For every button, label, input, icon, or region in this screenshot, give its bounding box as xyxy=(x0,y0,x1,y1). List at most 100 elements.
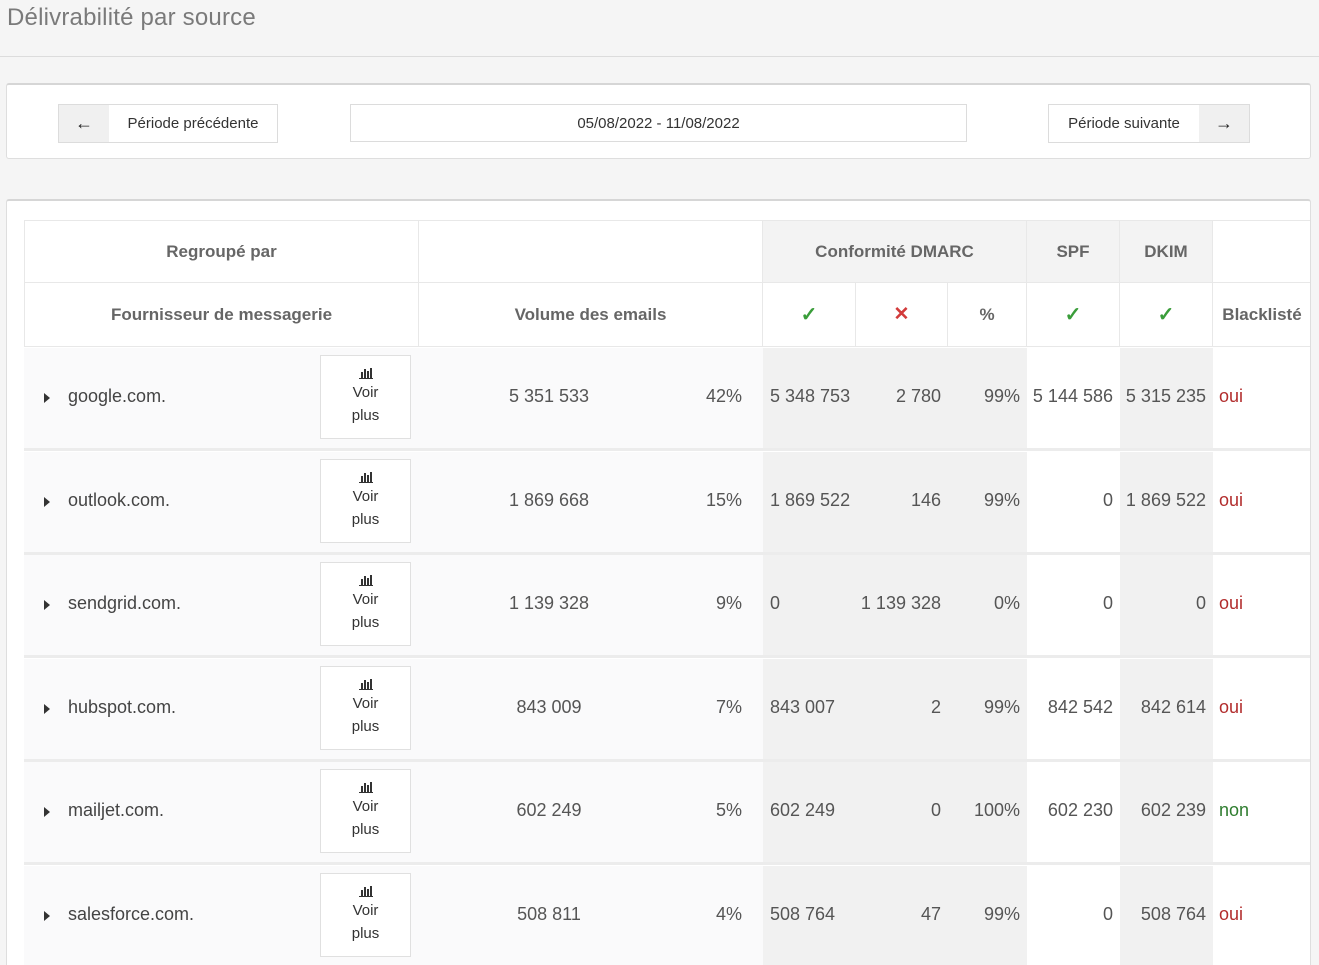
bar-chart-icon xyxy=(358,574,373,586)
blacklist-group-header xyxy=(1213,220,1310,283)
dkim-pass-count: 508 764 xyxy=(1140,904,1206,924)
voir-plus-button[interactable]: Voir plus xyxy=(320,769,411,853)
date-range-field[interactable]: 05/08/2022 - 11/08/2022 xyxy=(350,104,967,142)
spf-pass-count: 0 xyxy=(1102,593,1113,613)
plus-label: plus xyxy=(351,511,380,528)
spf-pass-count: 0 xyxy=(1102,490,1113,510)
dmarc-fail-count: 146 xyxy=(910,490,941,510)
next-period-button[interactable]: Période suivante → xyxy=(1048,104,1250,143)
blacklist-column-header[interactable]: Blacklisté xyxy=(1213,283,1310,347)
email-volume: 843 009 xyxy=(516,697,582,717)
check-icon: ✓ xyxy=(1064,304,1082,326)
dkim-header: DKIM xyxy=(1120,220,1213,283)
bar-chart-icon xyxy=(358,885,373,897)
dmarc-percent-column-header[interactable]: % xyxy=(948,283,1027,347)
provider-column-header[interactable]: Fournisseur de messagerie xyxy=(24,283,419,347)
plus-label: plus xyxy=(351,718,380,735)
spf-pass-count: 842 542 xyxy=(1047,697,1113,717)
spf-header: SPF xyxy=(1027,220,1120,283)
dkim-pass-count: 842 614 xyxy=(1140,697,1206,717)
voir-plus-button[interactable]: Voir plus xyxy=(320,873,411,957)
arrow-right-icon: → xyxy=(1199,105,1249,142)
voir-label: Voir xyxy=(352,902,379,919)
dkim-pass-count: 1 869 522 xyxy=(1125,490,1206,510)
dkim-pass-count: 5 315 235 xyxy=(1125,386,1206,406)
previous-period-label: Période précédente xyxy=(127,115,259,132)
email-volume-percent: 15% xyxy=(705,490,742,510)
blacklist-status: oui xyxy=(1219,593,1244,613)
table-row: mailjet.com. Voir plus 602 249 5% 602 249 0 100… xyxy=(24,762,1310,865)
spf-pass-count: 5 144 586 xyxy=(1032,386,1113,406)
expand-caret-icon[interactable] xyxy=(44,807,50,817)
dmarc-fail-count: 1 139 328 xyxy=(860,593,941,613)
blacklist-status: oui xyxy=(1219,490,1244,510)
voir-plus-button[interactable]: Voir plus xyxy=(320,355,411,439)
provider-domain: mailjet.com. xyxy=(68,800,165,820)
dmarc-percent: 100% xyxy=(973,800,1020,820)
email-volume-percent: 42% xyxy=(705,386,742,406)
blacklist-status: oui xyxy=(1219,386,1244,406)
voir-plus-button[interactable]: Voir plus xyxy=(320,666,411,750)
arrow-left-icon: ← xyxy=(59,105,109,142)
voir-plus-button[interactable]: Voir plus xyxy=(320,562,411,646)
bar-chart-icon xyxy=(358,471,373,483)
dmarc-percent: 0% xyxy=(993,593,1020,613)
expand-caret-icon[interactable] xyxy=(44,911,50,921)
page-title: Délivrabilité par source xyxy=(7,4,256,31)
plus-label: plus xyxy=(351,925,380,942)
blacklist-status: oui xyxy=(1219,904,1244,924)
provider-domain: google.com. xyxy=(68,386,167,406)
bar-chart-icon xyxy=(358,781,373,793)
check-icon: ✓ xyxy=(1157,304,1175,326)
plus-label: plus xyxy=(351,407,380,424)
period-navigation-card: ← Période précédente 05/08/2022 - 11/08/… xyxy=(6,83,1311,159)
table-row: hubspot.com. Voir plus 843 009 7% 843 007 2 99%… xyxy=(24,659,1310,762)
dkim-pass-count: 0 xyxy=(1195,593,1206,613)
email-volume: 5 351 533 xyxy=(508,386,590,406)
dmarc-percent: 99% xyxy=(983,386,1020,406)
cross-icon: ✕ xyxy=(893,304,910,325)
dmarc-fail-column-header[interactable]: ✕ xyxy=(856,283,948,347)
spf-pass-count: 602 230 xyxy=(1047,800,1113,820)
expand-caret-icon[interactable] xyxy=(44,393,50,403)
expand-caret-icon[interactable] xyxy=(44,497,50,507)
dmarc-fail-count: 0 xyxy=(930,800,941,820)
email-volume-percent: 9% xyxy=(715,593,742,613)
table-row: sendgrid.com. Voir plus 1 139 328 9% 0 1 139 3… xyxy=(24,555,1310,658)
blacklist-status: oui xyxy=(1219,697,1244,717)
next-period-label: Période suivante xyxy=(1068,115,1180,132)
dmarc-percent: 99% xyxy=(983,697,1020,717)
volume-group-header xyxy=(419,220,763,283)
plus-label: plus xyxy=(351,821,380,838)
spf-pass-column-header[interactable]: ✓ xyxy=(1027,283,1120,347)
plus-label: plus xyxy=(351,614,380,631)
expand-caret-icon[interactable] xyxy=(44,600,50,610)
expand-caret-icon[interactable] xyxy=(44,704,50,714)
table-row: salesforce.com. Voir plus 508 811 4% 508 764 4… xyxy=(24,866,1310,965)
voir-label: Voir xyxy=(352,488,379,505)
volume-column-header[interactable]: Volume des emails xyxy=(419,283,763,347)
provider-domain: outlook.com. xyxy=(68,490,171,510)
email-volume-percent: 5% xyxy=(715,800,742,820)
dkim-pass-column-header[interactable]: ✓ xyxy=(1120,283,1213,347)
title-divider xyxy=(0,56,1319,57)
dmarc-fail-count: 2 xyxy=(930,697,941,717)
dmarc-fail-count: 47 xyxy=(920,904,941,924)
email-volume: 1 869 668 xyxy=(508,490,590,510)
check-icon: ✓ xyxy=(800,304,818,326)
voir-label: Voir xyxy=(352,384,379,401)
dkim-pass-count: 602 239 xyxy=(1140,800,1206,820)
dmarc-percent: 99% xyxy=(983,904,1020,924)
email-volume: 1 139 328 xyxy=(508,593,590,613)
group-by-header: Regroupé par xyxy=(24,220,419,283)
previous-period-button[interactable]: ← Période précédente xyxy=(58,104,278,143)
voir-label: Voir xyxy=(352,798,379,815)
dmarc-percent: 99% xyxy=(983,490,1020,510)
dmarc-header: Conformité DMARC xyxy=(763,220,1027,283)
email-volume: 602 249 xyxy=(516,800,582,820)
voir-label: Voir xyxy=(352,591,379,608)
provider-domain: salesforce.com. xyxy=(68,904,195,924)
voir-plus-button[interactable]: Voir plus xyxy=(320,459,411,543)
dmarc-pass-column-header[interactable]: ✓ xyxy=(763,283,856,347)
table-row: outlook.com. Voir plus 1 869 668 15% 1 869 52… xyxy=(24,452,1310,555)
